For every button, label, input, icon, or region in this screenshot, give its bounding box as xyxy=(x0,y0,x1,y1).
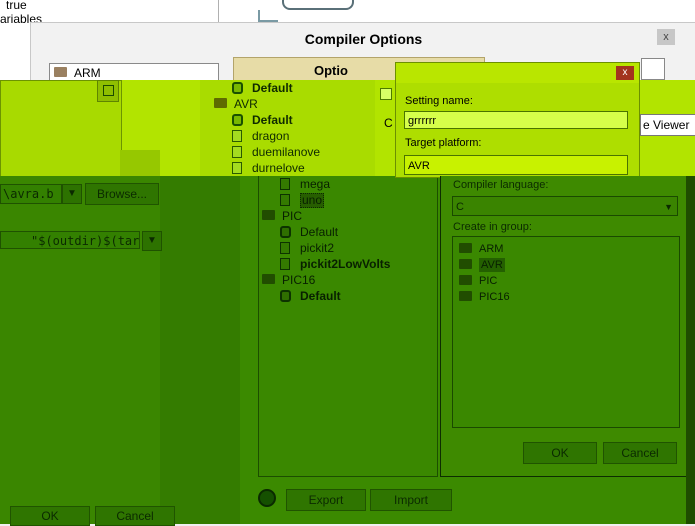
chevron-down-icon[interactable]: ▼ xyxy=(62,184,82,204)
lock-icon xyxy=(232,114,243,126)
add-circle-icon[interactable] xyxy=(258,489,276,507)
group-list: ARM AVR PIC PIC16 xyxy=(452,236,680,428)
new-setting-dialog: x Setting name: grrrrrr Target platform:… xyxy=(395,62,640,178)
dialog-ok-button[interactable]: OK xyxy=(523,442,597,464)
panel-edge xyxy=(120,150,160,176)
tree-item-label: uno xyxy=(300,193,325,208)
ok-button[interactable]: OK xyxy=(10,506,90,526)
lock-icon xyxy=(280,226,291,238)
tree-item-label: mega xyxy=(300,177,331,191)
tree-item-label: pickit2 xyxy=(300,241,335,255)
group-label: PIC16 xyxy=(479,291,510,303)
middle-column xyxy=(160,176,240,524)
document-icon xyxy=(280,242,290,254)
document-icon xyxy=(232,146,242,158)
tree-group-label: PIC16 xyxy=(282,273,316,287)
create-in-group-label: Create in group: xyxy=(453,221,532,233)
save-icon[interactable] xyxy=(97,80,119,102)
folder-icon xyxy=(262,274,275,284)
compiler-language-value: C xyxy=(456,201,464,213)
options-box[interactable] xyxy=(641,58,665,80)
compiler-language-label: Compiler language: xyxy=(453,179,549,191)
lock-icon xyxy=(280,290,291,302)
folder-icon xyxy=(214,98,227,108)
tree-item-label: Default xyxy=(252,81,293,95)
close-button[interactable]: x xyxy=(616,66,634,80)
tree-group-label: AVR xyxy=(234,97,258,111)
folder-icon xyxy=(459,243,472,253)
folder-icon xyxy=(54,67,67,77)
setting-name-label: Setting name: xyxy=(405,95,473,107)
tree-item-label: Default xyxy=(300,225,339,239)
folder-icon xyxy=(459,259,472,269)
compiler-language-select[interactable]: C ▼ xyxy=(452,196,678,216)
tree-group-label: PIC xyxy=(282,209,303,223)
target-platform-select[interactable]: AVR xyxy=(404,155,628,175)
label-c: C xyxy=(384,116,393,130)
tree-item-label: Default xyxy=(252,113,293,127)
setting-name-input[interactable]: grrrrrr xyxy=(404,111,628,129)
cancel-button[interactable]: Cancel xyxy=(95,506,175,526)
checkbox[interactable] xyxy=(380,88,392,100)
folder-icon xyxy=(459,275,472,285)
group-list-label: ARM xyxy=(74,66,101,80)
document-icon xyxy=(232,130,242,142)
dialog-cancel-button[interactable]: Cancel xyxy=(603,442,677,464)
group-label: AVR xyxy=(479,258,505,272)
dialog-titlebar xyxy=(396,63,639,83)
flow-connector xyxy=(258,10,278,22)
lock-icon xyxy=(232,82,243,94)
window-title: Compiler Options xyxy=(304,31,423,47)
folder-icon xyxy=(459,291,472,301)
folder-icon xyxy=(262,210,275,220)
left-panel xyxy=(0,176,160,524)
tree-item-label: dragon xyxy=(252,129,290,143)
document-icon xyxy=(280,258,290,270)
flow-viewer-button[interactable]: e Viewer xyxy=(640,114,695,136)
tree-item-label: duemilanove xyxy=(252,145,321,159)
document-icon xyxy=(280,194,290,206)
compiler-path-field[interactable]: \avra.b xyxy=(0,184,62,204)
tree-item-label: pickit2LowVolts xyxy=(300,257,391,271)
target-platform-label: Target platform: xyxy=(405,137,482,149)
tab-label: Optio xyxy=(314,63,348,78)
chevron-down-icon[interactable]: ▼ xyxy=(142,231,162,251)
import-button[interactable]: Import xyxy=(370,489,452,511)
browse-button[interactable]: Browse... xyxy=(85,183,159,205)
background-true-text: true xyxy=(6,0,27,12)
group-label: ARM xyxy=(479,243,504,255)
arguments-field[interactable]: "$(outdir)$(tar xyxy=(0,231,140,249)
document-icon xyxy=(232,162,242,174)
dialog-shadow xyxy=(686,176,695,524)
group-label: PIC xyxy=(479,275,498,287)
close-button[interactable]: x xyxy=(657,29,675,45)
flow-node xyxy=(282,0,354,10)
tree-item-label: durnelove xyxy=(252,161,305,175)
export-button[interactable]: Export xyxy=(286,489,366,511)
tree-item-label: Default xyxy=(300,289,341,303)
new-setting-dialog-body: Compiler language: C ▼ Create in group: … xyxy=(440,176,688,477)
document-icon xyxy=(280,178,290,190)
chevron-down-icon: ▼ xyxy=(664,202,673,212)
